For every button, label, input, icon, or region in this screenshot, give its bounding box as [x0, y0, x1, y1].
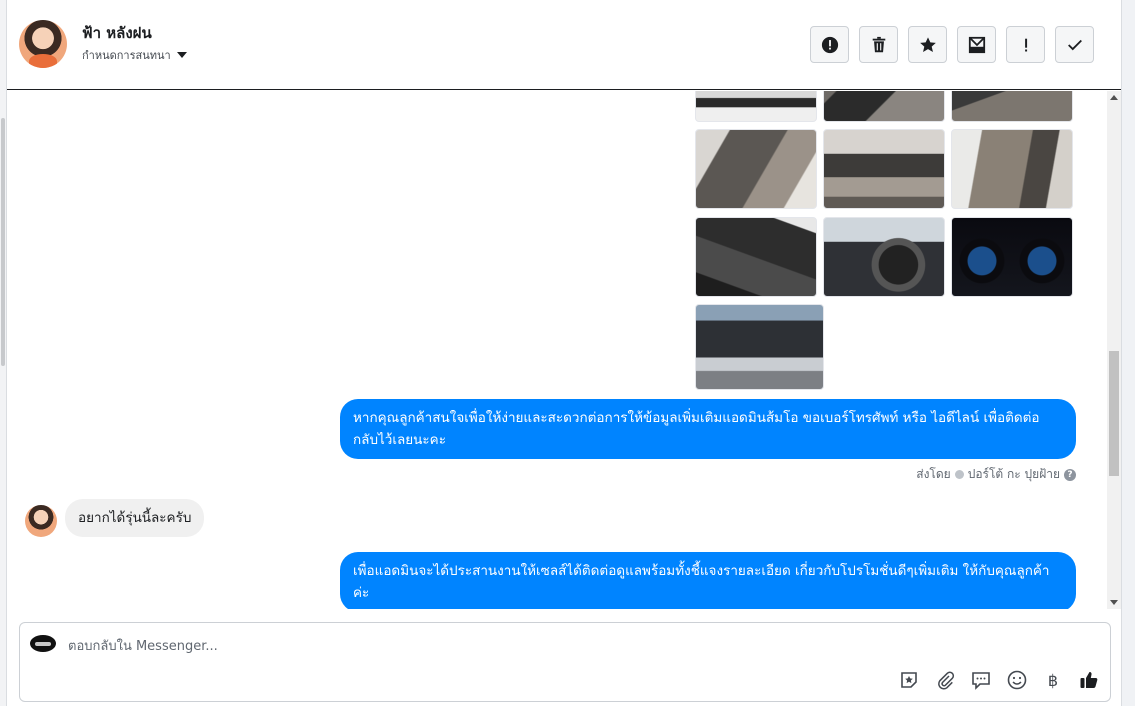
message-bubble-outgoing[interactable]: หากคุณลูกค้าสนใจเพื่อให้ง่ายและสะดวกต่อก… — [340, 399, 1076, 459]
emoji-icon — [1007, 670, 1027, 690]
window-right-edge — [1121, 0, 1135, 706]
messenger-inbox-window: ฟ้า หลังฝน กำหนดการสนทนา หากคุณลูกค้าสนใ… — [0, 0, 1135, 706]
alert-circle-icon — [821, 36, 838, 53]
page-avatar — [30, 635, 56, 652]
conversation-settings-label: กำหนดการสนทนา — [82, 49, 171, 62]
mark-spam-button[interactable] — [810, 26, 849, 63]
mail-archive-icon — [968, 36, 985, 53]
contact-avatar[interactable] — [19, 20, 67, 68]
message-bubble-incoming[interactable]: อยากได้รุ่นนี้ละครับ — [65, 499, 205, 537]
message-thread[interactable]: หากคุณลูกค้าสนใจเพื่อให้ง่ายและสะดวกต่อก… — [7, 91, 1107, 609]
sticker-icon — [901, 672, 917, 688]
star-icon — [919, 36, 936, 52]
thumbs-up-icon — [1080, 672, 1098, 688]
message-composer: ฿ — [19, 622, 1111, 702]
contact-avatar-small[interactable] — [25, 505, 57, 537]
scroll-down-arrow-icon[interactable] — [1110, 600, 1118, 605]
saved-replies-button[interactable] — [970, 669, 992, 691]
photo-cabin-console[interactable] — [823, 91, 945, 122]
photo-cabin-gearshift[interactable] — [951, 91, 1073, 122]
scroll-thumb[interactable] — [1109, 351, 1119, 476]
reply-input[interactable] — [68, 635, 968, 657]
emoji-button[interactable] — [1006, 669, 1028, 691]
left-panel-edge — [0, 0, 7, 706]
conversation-toolbar — [810, 26, 1094, 63]
delete-button[interactable] — [859, 26, 898, 63]
paperclip-icon — [938, 671, 955, 690]
sent-by-info: ส่งโดย ปอร์โต้ กะ ปุยฝ้าย ? — [916, 465, 1076, 484]
sent-by-sender: ปอร์โต้ กะ ปุยฝ้าย — [967, 467, 1060, 481]
composer-tools: ฿ — [898, 669, 1100, 691]
photo-door-panel[interactable] — [695, 217, 817, 297]
trash-icon — [872, 36, 885, 52]
photo-engine-bay[interactable] — [695, 304, 824, 390]
contact-name[interactable]: ฟ้า หลังฝน — [82, 21, 152, 45]
chevron-down-icon — [176, 52, 187, 58]
photo-steering-wheel[interactable] — [823, 217, 945, 297]
photo-exterior-front[interactable] — [695, 91, 817, 122]
checkmark-icon — [1067, 39, 1082, 50]
mark-done-button[interactable] — [1055, 26, 1094, 63]
left-scroll-thumb[interactable] — [1, 118, 5, 366]
saved-reply-icon — [972, 672, 990, 690]
payment-button[interactable]: ฿ — [1042, 669, 1064, 691]
photo-rear-seat[interactable] — [951, 129, 1073, 209]
attach-button[interactable] — [934, 669, 956, 691]
conversation-header: ฟ้า หลังฝน กำหนดการสนทนา — [7, 0, 1121, 90]
scroll-up-arrow-icon[interactable] — [1110, 95, 1118, 100]
conversation-settings-dropdown[interactable]: กำหนดการสนทนา — [82, 46, 187, 64]
like-button[interactable] — [1078, 669, 1100, 691]
baht-payment-icon: ฿ — [1047, 670, 1059, 690]
star-button[interactable] — [908, 26, 947, 63]
message-bubble-outgoing[interactable]: เพื่อแอดมินจะได้ประสานงานให้เซลส์ได้ติดต… — [340, 552, 1076, 609]
sticker-button[interactable] — [898, 669, 920, 691]
mark-unread-button[interactable] — [957, 26, 996, 63]
photo-dashboard[interactable] — [823, 129, 945, 209]
verified-dot-icon — [954, 470, 964, 479]
exclamation-icon — [1024, 38, 1027, 51]
help-icon[interactable]: ? — [1064, 468, 1076, 481]
sent-by-prefix: ส่งโดย — [916, 467, 951, 481]
mark-important-button[interactable] — [1006, 26, 1045, 63]
photo-gauge-cluster[interactable] — [951, 217, 1073, 297]
photo-front-seat[interactable] — [695, 129, 817, 209]
thread-scrollbar[interactable] — [1107, 91, 1121, 609]
